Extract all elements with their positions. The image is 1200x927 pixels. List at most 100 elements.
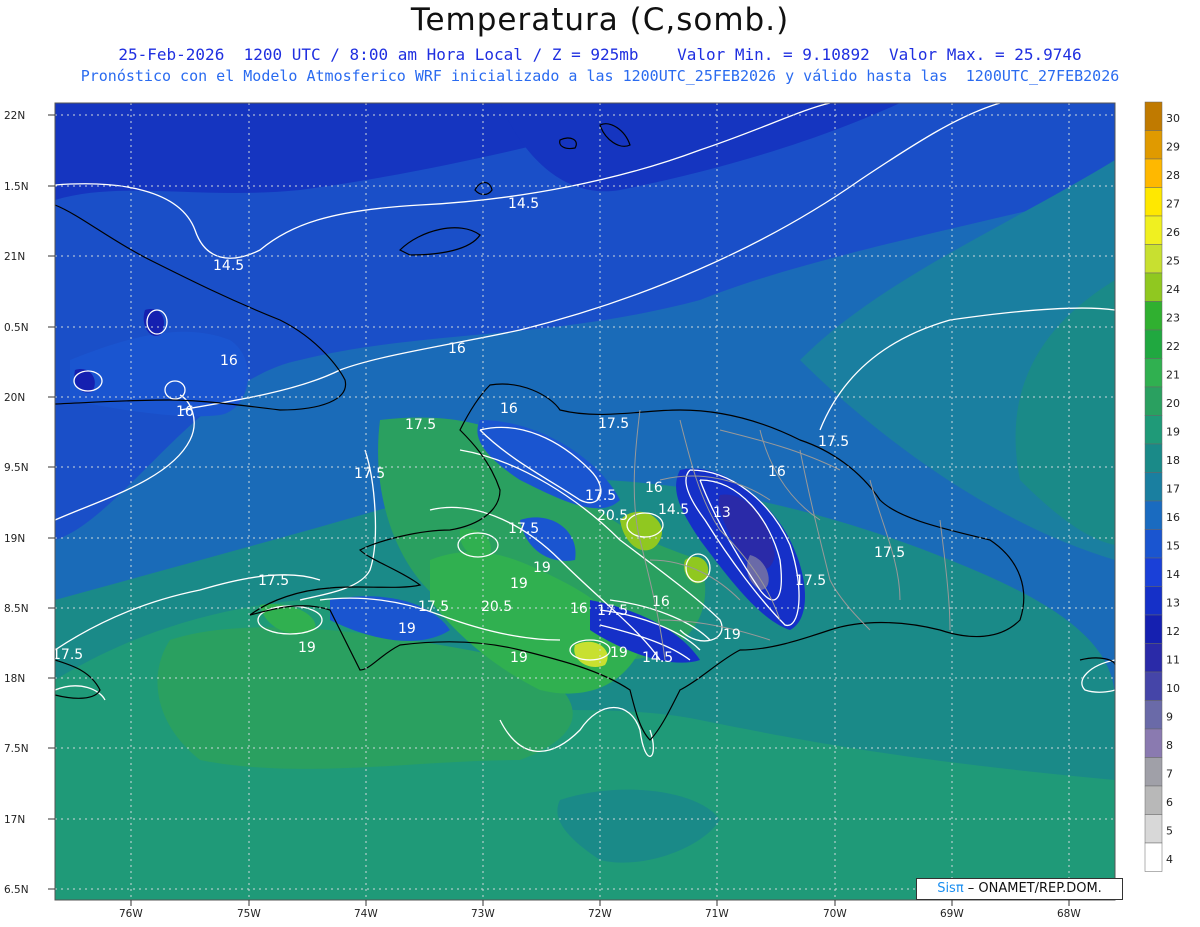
colorbar-label: 11: [1166, 654, 1180, 667]
lon-tick-label: 70W: [823, 908, 847, 920]
lat-tick-label: 21N: [4, 251, 25, 263]
lon-tick-label: 68W: [1057, 908, 1081, 920]
colorbar-swatch: [1144, 586, 1163, 616]
colorbar-swatch: [1144, 272, 1163, 302]
contour-label: 14.5: [658, 502, 689, 518]
colorbar-label: 7: [1166, 768, 1173, 781]
credit-box: Sisπ – ONAMET/REP.DOM.: [916, 878, 1123, 900]
lat-tick-label: 0.5N: [4, 322, 29, 334]
contour-label: 17.5: [585, 488, 616, 504]
contour-label: 16: [448, 341, 466, 357]
colorbar-swatch: [1144, 557, 1163, 587]
contour-label: 17.5: [405, 417, 436, 433]
contour-label: 20.5: [481, 599, 512, 615]
latitude-ticks: [48, 114, 55, 890]
colorbar-swatch: [1144, 244, 1163, 274]
colorbar-swatch: [1144, 329, 1163, 359]
colorbar-label: 25: [1166, 255, 1180, 268]
colorbar-label: 26: [1166, 226, 1180, 239]
colorbar-swatch: [1144, 415, 1163, 445]
colorbar-label: 22: [1166, 340, 1180, 353]
lon-tick-label: 76W: [119, 908, 143, 920]
contour-label: 14.5: [508, 196, 539, 212]
contour-label: 16: [220, 353, 238, 369]
colorbar-label: 12: [1166, 625, 1180, 638]
longitude-axis: 76W 75W 74W 73W 72W 71W 70W 69W 68W: [119, 908, 1081, 920]
colorbar-swatch: [1144, 643, 1163, 673]
colorbar: 30 29 28 27 26 25 24 23 22 21 20 19 18 17 16 15 14 13 12 11…: [1144, 101, 1180, 872]
colorbar-label: 21: [1166, 369, 1180, 382]
colorbar-swatch: [1144, 386, 1163, 416]
colorbar-label: 27: [1166, 198, 1180, 211]
temperature-map: 14.5 14.5 16 16 16 16 17.5 17.5 17.5 17.…: [4, 101, 1180, 920]
colorbar-swatch: [1144, 728, 1163, 758]
lon-tick-label: 74W: [354, 908, 378, 920]
contour-label: 17.5: [598, 416, 629, 432]
latitude-axis: 22N 1.5N 21N 0.5N 20N 9.5N 19N 8.5N 18N …: [4, 110, 29, 896]
colorbar-label: 8: [1166, 739, 1173, 752]
contour-label: 19: [298, 640, 316, 656]
lat-tick-label: 7.5N: [4, 743, 29, 755]
colorbar-swatch: [1144, 358, 1163, 388]
contour-label: 13: [713, 505, 731, 521]
colorbar-label: 24: [1166, 283, 1180, 296]
colorbar-swatch: [1144, 301, 1163, 331]
contour-label: 19: [398, 621, 416, 637]
colorbar-swatch: [1144, 614, 1163, 644]
colorbar-label: 14: [1166, 568, 1180, 581]
longitude-ticks: [130, 900, 1070, 906]
colorbar-label: 20: [1166, 397, 1180, 410]
colorbar-swatch: [1144, 757, 1163, 787]
lat-tick-label: 18N: [4, 673, 25, 685]
contour-label: 16: [570, 601, 588, 617]
contour-label: 17.5: [795, 573, 826, 589]
contour-label: 19: [533, 560, 551, 576]
colorbar-label: 18: [1166, 454, 1180, 467]
lat-tick-label: 22N: [4, 110, 25, 122]
contour-label: 20.5: [597, 508, 628, 524]
contour-label: 17.5: [258, 573, 289, 589]
credit-text: – ONAMET/REP.DOM.: [963, 881, 1102, 896]
contour-label: 19: [510, 650, 528, 666]
colorbar-label: 6: [1166, 796, 1173, 809]
contour-label: 17.5: [818, 434, 849, 450]
contour-label: 17.5: [52, 647, 83, 663]
contour-label: 16: [645, 480, 663, 496]
colorbar-swatch: [1144, 443, 1163, 473]
contour-label: 17.5: [874, 545, 905, 561]
colorbar-swatch: [1144, 187, 1163, 217]
lat-tick-label: 6.5N: [4, 884, 29, 896]
sispi-logo-text: Sisπ: [937, 881, 964, 896]
colorbar-swatch: [1144, 158, 1163, 188]
contour-label: 19: [510, 576, 528, 592]
colorbar-label: 9: [1166, 711, 1173, 724]
colorbar-label: 16: [1166, 511, 1180, 524]
colorbar-label: 10: [1166, 682, 1180, 695]
contour-label: 14.5: [642, 650, 673, 666]
colorbar-swatch: [1144, 101, 1163, 131]
lat-tick-label: 9.5N: [4, 462, 29, 474]
lat-tick-label: 1.5N: [4, 181, 29, 193]
lon-tick-label: 75W: [237, 908, 261, 920]
colorbar-swatch: [1144, 529, 1163, 559]
colorbar-label: 15: [1166, 540, 1180, 553]
colorbar-swatch: [1144, 500, 1163, 530]
colorbar-label: 30: [1166, 112, 1180, 125]
contour-label: 16: [652, 594, 670, 610]
contour-label: 19: [610, 645, 628, 661]
colorbar-swatch: [1144, 215, 1163, 245]
contour-label: 16: [768, 464, 786, 480]
colorbar-label: 4: [1166, 853, 1173, 866]
contour-label: 17.5: [508, 521, 539, 537]
lat-tick-label: 19N: [4, 533, 25, 545]
contour-label: 17.5: [418, 599, 449, 615]
colorbar-swatch: [1144, 130, 1163, 160]
colorbar-label: 23: [1166, 312, 1180, 325]
lon-tick-label: 72W: [588, 908, 612, 920]
contour-label: 17.5: [597, 603, 628, 619]
contour-label: 14.5: [213, 258, 244, 274]
colorbar-swatch: [1144, 814, 1163, 844]
contour-label: 16: [500, 401, 518, 417]
colorbar-label: 28: [1166, 169, 1180, 182]
lat-tick-label: 8.5N: [4, 603, 29, 615]
